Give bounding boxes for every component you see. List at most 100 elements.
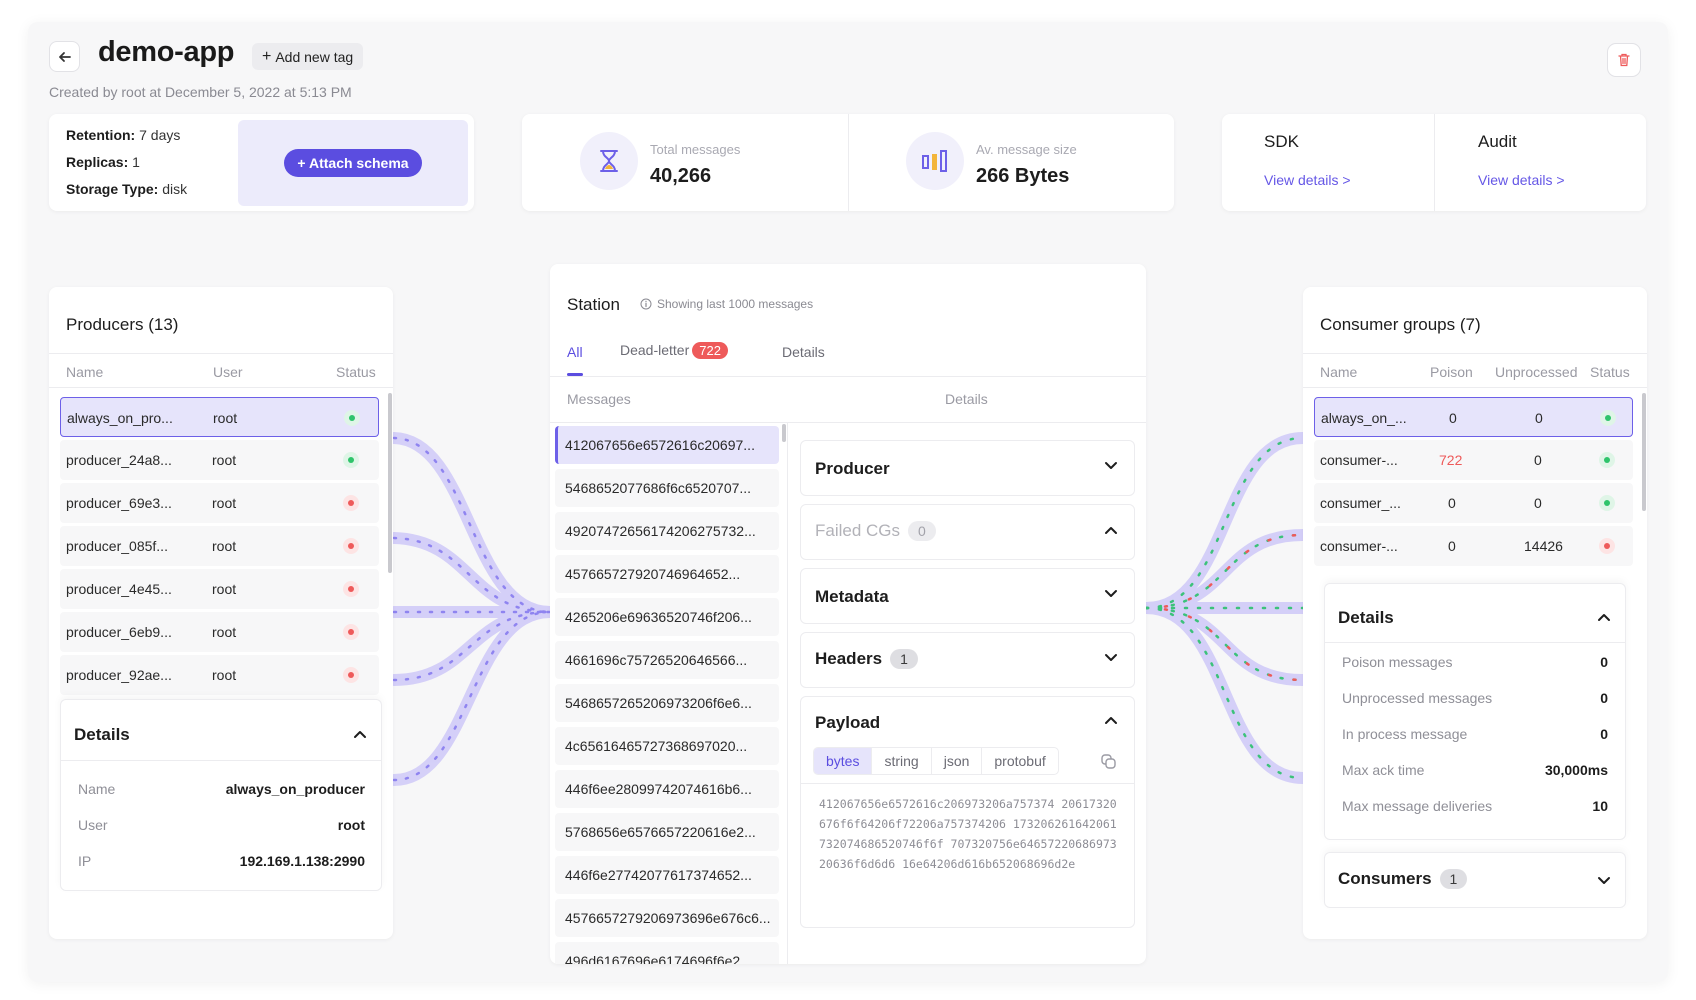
detail-user-value: root (337, 817, 365, 833)
message-row[interactable]: 4c65616465727368697020... (555, 727, 779, 765)
message-row[interactable]: 5468657265206973206f6e6... (555, 684, 779, 722)
message-row[interactable]: 446f6ee28099742074616b6... (555, 770, 779, 808)
max-ack-value: 30,000ms (1544, 762, 1608, 778)
max-deliveries-value: 10 (1592, 798, 1608, 814)
producer-row[interactable]: producer_6eb9... root (60, 612, 379, 652)
cg-unprocessed: 0 (1534, 452, 1542, 468)
detail-name-value: always_on_producer (225, 781, 365, 797)
col-unprocessed: Unprocessed (1495, 364, 1578, 380)
messages-scrollbar[interactable] (782, 424, 786, 442)
unprocessed-messages-value: 0 (1600, 690, 1608, 706)
format-json[interactable]: json (932, 748, 983, 774)
info-icon (640, 298, 652, 310)
consumer-group-row[interactable]: consumer-... 0 14426 (1314, 526, 1633, 566)
col-name: Name (1320, 364, 1358, 380)
producer-user: root (213, 410, 238, 426)
consumer-group-row[interactable]: consumer_... 0 0 (1314, 483, 1633, 523)
message-row[interactable]: 4576657279206973696e676c6... (555, 899, 779, 937)
messages-header: Messages (567, 391, 631, 407)
cg-poison: 722 (1439, 452, 1463, 468)
metadata-section[interactable]: Metadata (800, 568, 1135, 624)
producer-row[interactable]: producer_92ae... root (60, 655, 379, 695)
producer-section-label: Producer (815, 459, 890, 478)
copy-icon[interactable] (1100, 753, 1118, 771)
producer-name: producer_4e45... (66, 581, 172, 597)
status-offline-icon (343, 495, 359, 511)
producers-scrollbar[interactable] (388, 393, 392, 573)
detail-name-key: Name (78, 781, 116, 797)
payload-content: 412067656e6572616c206973206a757374 20617… (819, 797, 1117, 871)
status-offline-icon (1599, 538, 1615, 554)
producer-row[interactable]: producer_4e45... root (60, 569, 379, 609)
producer-name: producer_085f... (66, 538, 168, 554)
message-row[interactable]: 4661696c75726520646566... (555, 641, 779, 679)
chevron-down-icon (1105, 590, 1117, 597)
chevron-down-icon (1105, 654, 1117, 661)
consumers-section[interactable]: Consumers 1 (1324, 852, 1626, 908)
format-string[interactable]: string (872, 748, 932, 774)
message-row[interactable]: 446f6e27742077617374652... (555, 856, 779, 894)
station-title: Station (567, 295, 620, 314)
consumer-groups-title: Consumer groups (7) (1320, 315, 1481, 334)
producers-panel: Producers (13) Name User Status always_o… (49, 287, 393, 939)
in-process-key: In process message (1342, 726, 1468, 742)
status-online-icon (1599, 495, 1615, 511)
message-row[interactable]: 457665727920746964652... (555, 555, 779, 593)
message-row[interactable]: 4265206e69636520746f206... (555, 598, 779, 636)
status-online-icon (343, 452, 359, 468)
payload-format-selector: bytes string json protobuf (813, 747, 1059, 775)
chevron-up-icon[interactable] (1597, 612, 1611, 622)
detail-ip-key: IP (78, 853, 92, 869)
producer-row[interactable]: producer_085f... root (60, 526, 379, 566)
producer-section[interactable]: Producer (800, 440, 1135, 496)
consumer-group-row[interactable]: consumer-... 722 0 (1314, 440, 1633, 480)
producer-row[interactable]: producer_24a8... root (60, 440, 379, 480)
failed-cgs-section[interactable]: Failed CGs 0 (800, 504, 1135, 560)
format-bytes[interactable]: bytes (814, 748, 873, 774)
producer-user: root (212, 538, 237, 554)
message-row[interactable]: 5468652077686f6c6520707... (555, 469, 779, 507)
col-poison: Poison (1430, 364, 1473, 380)
chevron-up-icon (1105, 527, 1117, 534)
consumer-group-row[interactable]: always_on_... 0 0 (1314, 397, 1633, 437)
status-online-icon (1599, 452, 1615, 468)
detail-user-key: User (78, 817, 108, 833)
headers-label: Headers 1 (815, 649, 918, 669)
divider (787, 422, 788, 964)
poison-messages-key: Poison messages (1342, 654, 1453, 670)
producer-row[interactable]: always_on_pro... root (60, 397, 379, 437)
tab-all[interactable]: All (567, 344, 583, 360)
producer-user: root (212, 452, 237, 468)
message-row[interactable]: 412067656e6572616c20697... (555, 426, 779, 464)
cg-name: consumer-... (1320, 452, 1398, 468)
message-row[interactable]: 49207472656174206275732... (555, 512, 779, 550)
col-name: Name (66, 364, 104, 380)
divider (801, 783, 1134, 784)
tab-details[interactable]: Details (782, 344, 825, 360)
chevron-down-icon (1105, 462, 1117, 469)
tab-dead-letter[interactable]: Dead-letter 722 (620, 342, 728, 359)
max-ack-key: Max ack time (1342, 762, 1425, 778)
consumers-scrollbar[interactable] (1642, 393, 1646, 511)
divider (61, 760, 381, 761)
divider (1303, 387, 1647, 388)
cg-name: always_on_... (1321, 410, 1407, 426)
producer-user: root (212, 581, 237, 597)
chevron-up-icon[interactable] (1104, 715, 1118, 725)
chevron-up-icon[interactable] (353, 729, 367, 739)
divider (49, 387, 393, 388)
producers-title: Producers (13) (66, 315, 179, 334)
cg-unprocessed: 0 (1534, 495, 1542, 511)
producer-row[interactable]: producer_69e3... root (60, 483, 379, 523)
station-panel: Station Showing last 1000 messages All D… (550, 264, 1146, 964)
cg-name: consumer-... (1320, 538, 1398, 554)
consumer-groups-panel: Consumer groups (7) Name Poison Unproces… (1303, 287, 1647, 939)
message-row[interactable]: 5768656e6576657220616e2... (555, 813, 779, 851)
col-status: Status (1590, 364, 1630, 380)
headers-section[interactable]: Headers 1 (800, 632, 1135, 688)
format-protobuf[interactable]: protobuf (982, 748, 1057, 774)
poison-messages-value: 0 (1600, 654, 1608, 670)
cg-poison: 0 (1449, 410, 1457, 426)
station-note: Showing last 1000 messages (640, 297, 813, 311)
message-row[interactable]: 496d6167696e6174696f6e2... (555, 942, 779, 964)
